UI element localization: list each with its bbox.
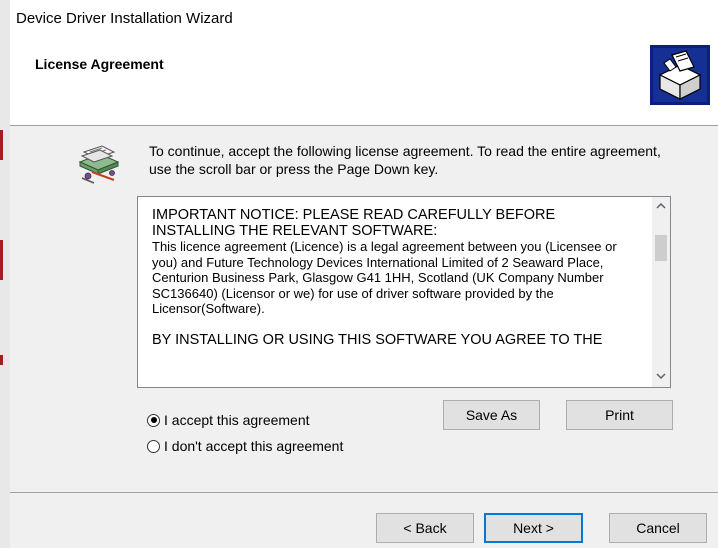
license-scrollbar[interactable]: [652, 197, 670, 387]
accept-radio[interactable]: [147, 413, 160, 427]
accept-option[interactable]: I accept this agreement: [147, 412, 310, 428]
license-notice: IMPORTANT NOTICE: PLEASE READ CAREFULLY …: [152, 207, 560, 239]
license-document-icon: [74, 140, 124, 186]
installer-box-icon: [650, 45, 710, 105]
scroll-down-arrow-icon[interactable]: [652, 367, 670, 385]
license-body: This licence agreement (Licence) is a le…: [152, 239, 621, 316]
wizard-body: To continue, accept the following licens…: [10, 126, 718, 492]
background-window-edge: [0, 0, 10, 548]
wizard-footer: < Back Next > Cancel: [10, 493, 718, 548]
scroll-thumb[interactable]: [655, 235, 667, 261]
license-text-area[interactable]: IMPORTANT NOTICE: PLEASE READ CAREFULLY …: [137, 196, 671, 388]
title-bar: Device Driver Installation Wizard: [10, 0, 718, 40]
decline-label: I don't accept this agreement: [164, 438, 344, 454]
next-button[interactable]: Next >: [484, 513, 583, 543]
wizard-header: License Agreement: [10, 40, 718, 126]
intro-text: To continue, accept the following licens…: [149, 143, 661, 177]
decline-radio[interactable]: [147, 439, 160, 453]
wizard-window: Device Driver Installation Wizard Licens…: [10, 0, 718, 548]
save-as-button[interactable]: Save As: [443, 400, 540, 430]
window-title: Device Driver Installation Wizard: [16, 10, 233, 27]
decline-option[interactable]: I don't accept this agreement: [147, 438, 343, 454]
print-button[interactable]: Print: [566, 400, 673, 430]
license-tail: BY INSTALLING OR USING THIS SOFTWARE YOU…: [152, 331, 603, 348]
cancel-button[interactable]: Cancel: [609, 513, 707, 543]
scroll-up-arrow-icon[interactable]: [652, 197, 670, 215]
accept-label: I accept this agreement: [164, 412, 310, 428]
license-text: IMPORTANT NOTICE: PLEASE READ CAREFULLY …: [152, 207, 642, 348]
page-title: License Agreement: [35, 56, 164, 72]
back-button[interactable]: < Back: [376, 513, 474, 543]
